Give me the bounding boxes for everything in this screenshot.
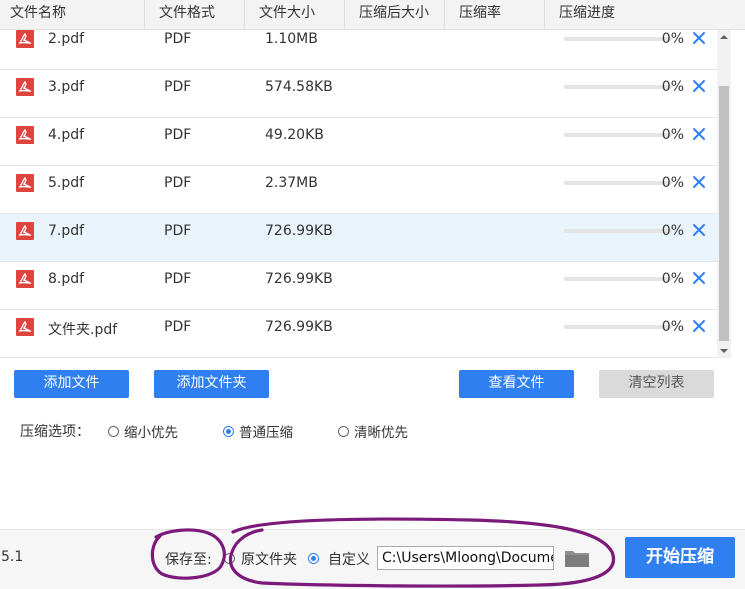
- pdf-file-icon: [16, 126, 34, 144]
- close-icon[interactable]: [689, 172, 709, 192]
- radio-original-folder[interactable]: [224, 553, 235, 564]
- table-row[interactable]: 5.pdf PDF 2.37MB 0%: [0, 166, 717, 214]
- progress-percent: 0%: [661, 175, 684, 191]
- table-row[interactable]: 7.pdf PDF 726.99KB 0%: [0, 214, 717, 262]
- save-path-input[interactable]: C:\Users\Mloong\Documents: [377, 546, 554, 570]
- compression-options-label: 压缩选项：: [20, 424, 90, 440]
- file-format: PDF: [164, 271, 192, 287]
- file-size: 726.99KB: [265, 223, 333, 239]
- folder-icon[interactable]: [563, 546, 591, 570]
- file-name: 8.pdf: [48, 271, 85, 287]
- file-format: PDF: [164, 79, 192, 95]
- file-format: PDF: [164, 31, 192, 47]
- table-row[interactable]: 4.pdf PDF 49.20KB 0%: [0, 118, 717, 166]
- file-name: 5.pdf: [48, 175, 85, 191]
- custom-label[interactable]: 自定义: [328, 549, 370, 569]
- radio-custom[interactable]: [308, 553, 319, 564]
- file-name: 2.pdf: [48, 31, 85, 47]
- file-format: PDF: [164, 175, 192, 191]
- table-row[interactable]: 8.pdf PDF 726.99KB 0%: [0, 262, 717, 310]
- file-format: PDF: [164, 223, 192, 239]
- table-row[interactable]: 3.pdf PDF 574.58KB 0%: [0, 70, 717, 118]
- clear-list-button[interactable]: 清空列表: [599, 370, 714, 398]
- progress-percent: 0%: [661, 79, 684, 95]
- column-divider: [244, 0, 245, 30]
- file-size: 726.99KB: [265, 319, 333, 335]
- progress-percent: 0%: [661, 319, 684, 335]
- table-row[interactable]: 2.pdf PDF 1.10MB 0%: [0, 30, 717, 70]
- progress-percent: 0%: [661, 31, 684, 47]
- file-name: 3.pdf: [48, 79, 85, 95]
- table-row[interactable]: 文件夹.pdf PDF 726.99KB 0%: [0, 310, 717, 358]
- window-edge: [731, 30, 745, 358]
- file-size: 2.37MB: [265, 175, 318, 191]
- file-size: 726.99KB: [265, 271, 333, 287]
- column-header-filename[interactable]: 文件名称: [2, 0, 66, 30]
- file-size: 1.10MB: [265, 31, 318, 47]
- column-header-ratio[interactable]: 压缩率: [451, 0, 501, 30]
- radio-clarity-priority[interactable]: [338, 426, 349, 437]
- add-file-button[interactable]: 添加文件: [14, 370, 129, 398]
- save-to-label: 保存至:: [165, 552, 212, 568]
- pdf-file-icon: [16, 78, 34, 96]
- scroll-down-arrow-icon[interactable]: [717, 344, 731, 358]
- pdf-file-icon: [16, 270, 34, 288]
- close-icon[interactable]: [689, 316, 709, 336]
- vertical-scrollbar[interactable]: [717, 30, 731, 358]
- close-icon[interactable]: [689, 30, 709, 48]
- progress-percent: 0%: [661, 127, 684, 143]
- close-icon[interactable]: [689, 76, 709, 96]
- column-header-progress[interactable]: 压缩进度: [551, 0, 615, 30]
- pdf-file-icon: [16, 30, 34, 48]
- start-compress-button[interactable]: 开始压缩: [625, 537, 735, 578]
- file-name: 4.pdf: [48, 127, 85, 143]
- file-name: 文件夹.pdf: [48, 322, 118, 338]
- column-divider: [544, 0, 545, 30]
- file-format: PDF: [164, 127, 192, 143]
- original-folder-label[interactable]: 原文件夹: [241, 549, 297, 569]
- column-header-compressed-size[interactable]: 压缩后大小: [351, 0, 429, 30]
- scrollbar-thumb[interactable]: [719, 86, 729, 341]
- column-header-size[interactable]: 文件大小: [251, 0, 315, 30]
- radio-shrink-priority[interactable]: [108, 426, 119, 437]
- option-label-clarity-priority[interactable]: 清晰优先: [354, 421, 408, 441]
- column-divider: [444, 0, 445, 30]
- file-size: 574.58KB: [265, 79, 333, 95]
- column-divider: [344, 0, 345, 30]
- progress-percent: 0%: [661, 223, 684, 239]
- scroll-up-arrow-icon[interactable]: [717, 30, 731, 44]
- close-icon[interactable]: [689, 124, 709, 144]
- pdf-file-icon: [16, 318, 34, 336]
- column-header-format[interactable]: 文件格式: [151, 0, 215, 30]
- close-icon[interactable]: [689, 220, 709, 240]
- column-divider: [144, 0, 145, 30]
- version-label: 5.1: [1, 549, 24, 565]
- pdf-file-icon: [16, 222, 34, 240]
- option-label-normal-compression[interactable]: 普通压缩: [239, 421, 293, 441]
- view-files-button[interactable]: 查看文件: [459, 370, 574, 398]
- file-name: 7.pdf: [48, 223, 85, 239]
- pdf-file-icon: [16, 174, 34, 192]
- file-format: PDF: [164, 319, 192, 335]
- file-list: 2.pdf PDF 1.10MB 0% 3.pdf PDF 574.58KB 0% 4.pd…: [0, 30, 717, 358]
- close-icon[interactable]: [689, 268, 709, 288]
- option-label-shrink-priority[interactable]: 缩小优先: [124, 421, 178, 441]
- add-folder-button[interactable]: 添加文件夹: [154, 370, 269, 398]
- radio-normal-compression[interactable]: [223, 426, 234, 437]
- file-size: 49.20KB: [265, 127, 324, 143]
- progress-percent: 0%: [661, 271, 684, 287]
- table-header: 文件名称 文件格式 文件大小 压缩后大小 压缩率 压缩进度: [0, 0, 745, 30]
